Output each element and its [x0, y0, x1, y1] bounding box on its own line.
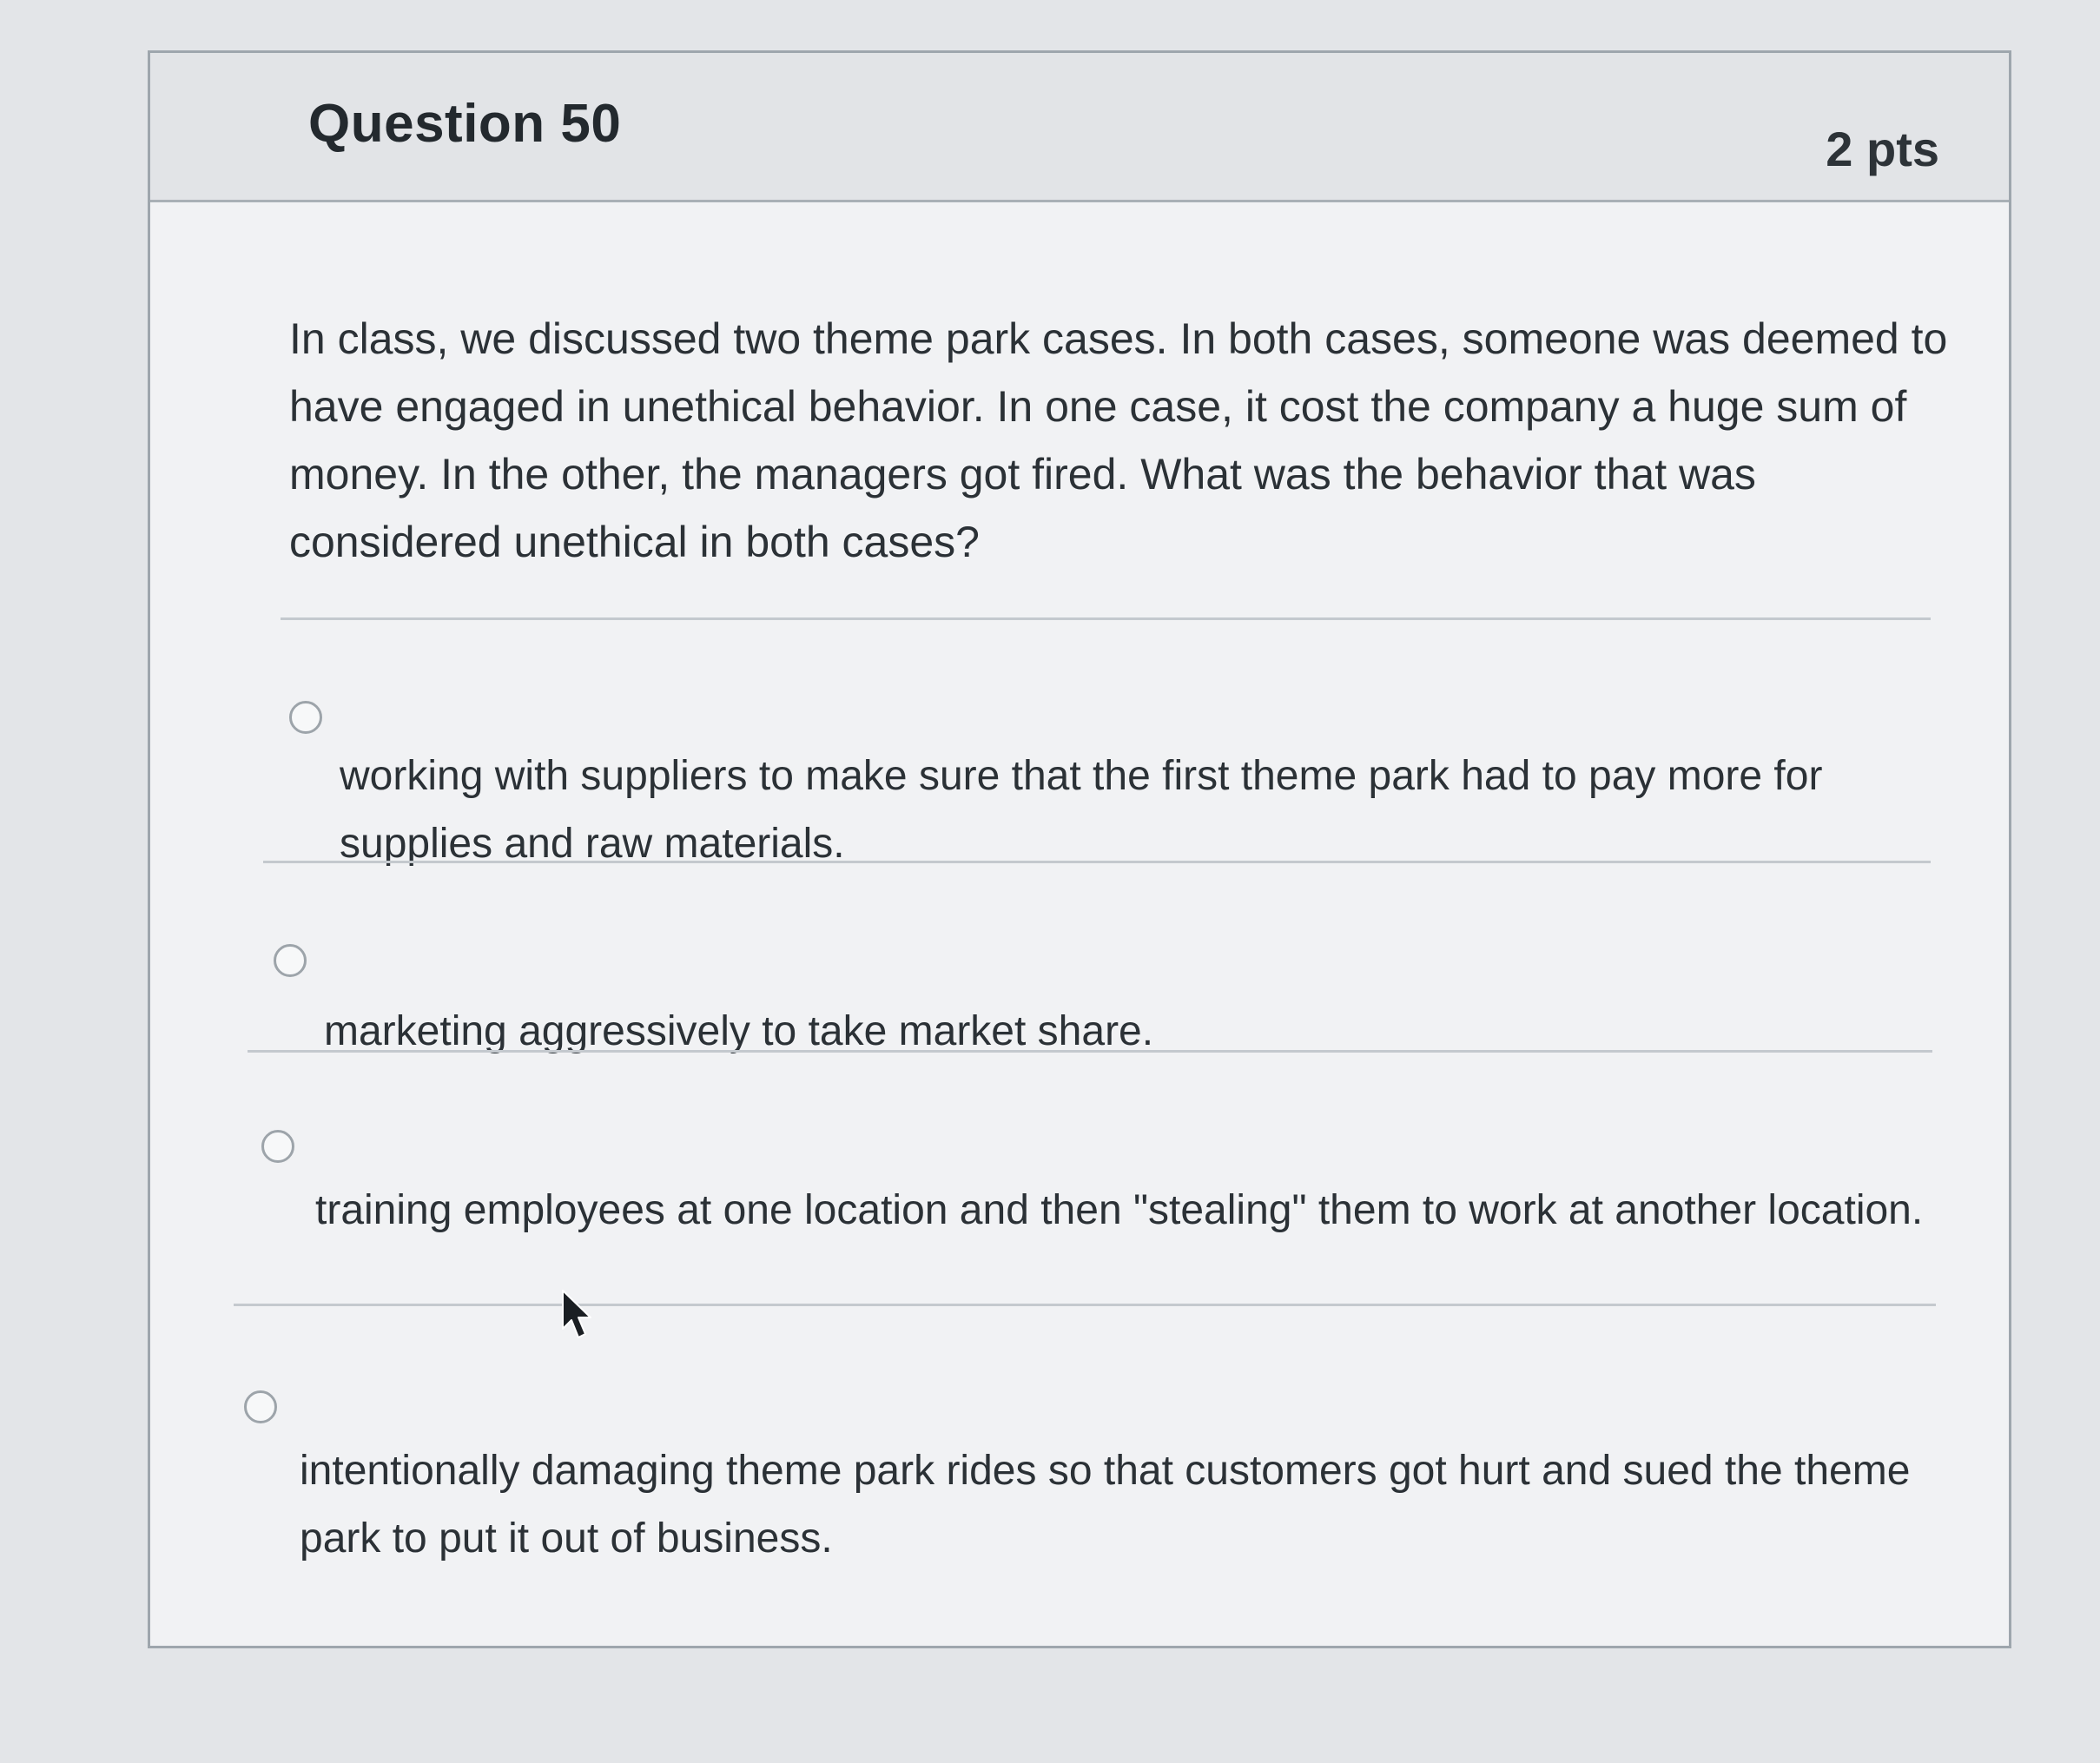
- answer-label: working with suppliers to make sure that…: [340, 753, 1823, 867]
- answer-divider: [281, 617, 1931, 620]
- answer-label: marketing aggressively to take market sh…: [324, 1008, 1154, 1054]
- answer-label: intentionally damaging theme park rides …: [300, 1448, 1911, 1562]
- question-points: 2 pts: [1826, 122, 1939, 176]
- radio-button-icon[interactable]: [244, 1390, 277, 1423]
- question-card: Question 50 2 pts In class, we discussed…: [148, 50, 2011, 1648]
- answer-divider: [248, 1050, 1932, 1053]
- radio-button-icon[interactable]: [289, 701, 322, 734]
- question-text: In class, we discussed two theme park ca…: [289, 314, 1948, 566]
- radio-button-icon[interactable]: [261, 1130, 294, 1163]
- answer-divider: [263, 861, 1931, 863]
- question-title: Question 50: [308, 94, 622, 154]
- question-header: Question 50 2 pts: [150, 53, 2009, 202]
- mouse-cursor-icon: [562, 1290, 591, 1338]
- answer-divider: [234, 1304, 1936, 1306]
- answer-label: training employees at one location and t…: [315, 1187, 1924, 1233]
- radio-button-icon[interactable]: [274, 944, 307, 977]
